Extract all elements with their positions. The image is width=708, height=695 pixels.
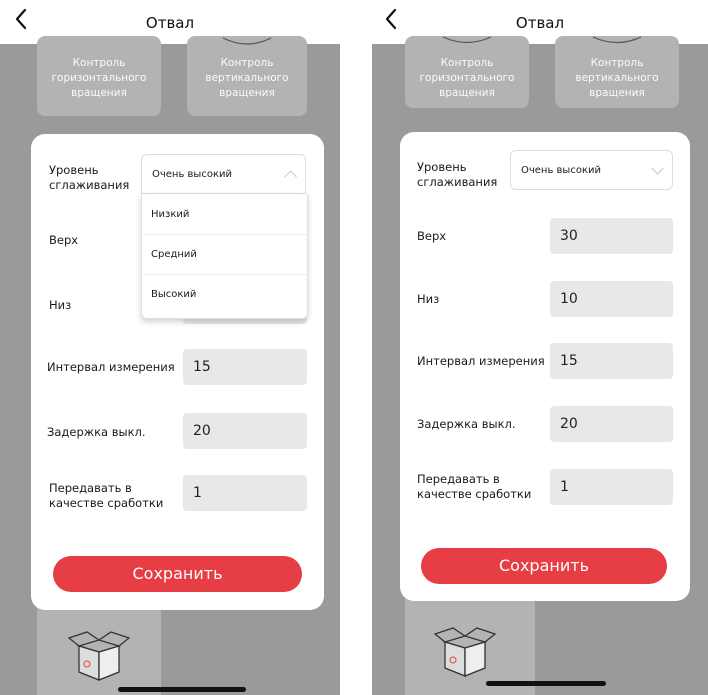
open-box-icon (67, 631, 131, 681)
interval-label: Интервал измерения (417, 354, 545, 368)
delay-label: Задержка выкл. (417, 417, 516, 431)
tile-label: Контроль горизонтального вращения (419, 57, 515, 99)
interval-label: Интервал измерения (47, 360, 175, 374)
chevron-down-icon (651, 161, 664, 175)
top-input[interactable]: 30 (550, 218, 673, 254)
transmit-input[interactable]: 1 (183, 475, 307, 511)
top-label: Верх (49, 233, 79, 247)
top-label: Верх (417, 229, 447, 243)
tile-label: Контроль горизонтального вращения (51, 57, 147, 99)
transmit-input[interactable]: 1 (550, 469, 673, 505)
smoothing-dropdown: Низкий Средний Высокий (141, 194, 308, 319)
tile-vertical-rotation[interactable]: Контроль вертикального вращения (187, 36, 307, 116)
delay-input[interactable]: 20 (183, 413, 307, 449)
delay-label: Задержка выкл. (47, 425, 146, 439)
page-title: Отвал (515, 14, 565, 32)
open-box-icon (433, 627, 497, 677)
left-screen: Отвал Контроль горизонтального вращения … (0, 0, 340, 695)
bottom-input[interactable]: 10 (550, 281, 673, 317)
transmit-label: Передавать в качестве сработки (49, 481, 164, 510)
bottom-label: Низ (417, 292, 440, 306)
tile-vertical-rotation[interactable]: Контроль вертикального вращения (555, 36, 679, 108)
interval-input[interactable]: 15 (183, 349, 307, 385)
tile-horizontal-rotation[interactable]: Контроль горизонтального вращения (405, 36, 529, 108)
smoothing-select-value: Очень высокий (521, 164, 601, 176)
save-button[interactable]: Сохранить (53, 556, 302, 592)
smoothing-label: Уровень сглаживания (417, 160, 498, 189)
smoothing-label: Уровень сглаживания (49, 163, 130, 192)
home-indicator[interactable] (118, 687, 246, 692)
save-button[interactable]: Сохранить (421, 548, 667, 584)
option-medium[interactable]: Средний (142, 234, 307, 274)
tile-label: Контроль вертикального вращения (575, 57, 659, 99)
interval-input[interactable]: 15 (550, 343, 673, 379)
bottom-label: Низ (49, 298, 72, 312)
transmit-label: Передавать в качестве сработки (417, 472, 532, 501)
chevron-up-icon (284, 170, 297, 184)
right-screen: Отвал Контроль горизонтального вращения … (372, 0, 708, 695)
blade-icon (442, 36, 492, 44)
home-indicator[interactable] (486, 681, 606, 686)
delay-input[interactable]: 20 (550, 406, 673, 442)
blade-icon (222, 37, 272, 45)
option-low[interactable]: Низкий (142, 194, 307, 234)
tile-horizontal-rotation[interactable]: Контроль горизонтального вращения (37, 36, 161, 116)
blade-icon (592, 36, 642, 44)
smoothing-select-value: Очень высокий (152, 168, 232, 180)
tile-box[interactable] (37, 604, 161, 695)
tile-label: Контроль вертикального вращения (205, 57, 289, 99)
smoothing-select[interactable]: Очень высокий (510, 150, 673, 190)
page-title: Отвал (145, 14, 195, 32)
option-high[interactable]: Высокий (142, 274, 307, 314)
smoothing-select[interactable]: Очень высокий (141, 154, 306, 194)
